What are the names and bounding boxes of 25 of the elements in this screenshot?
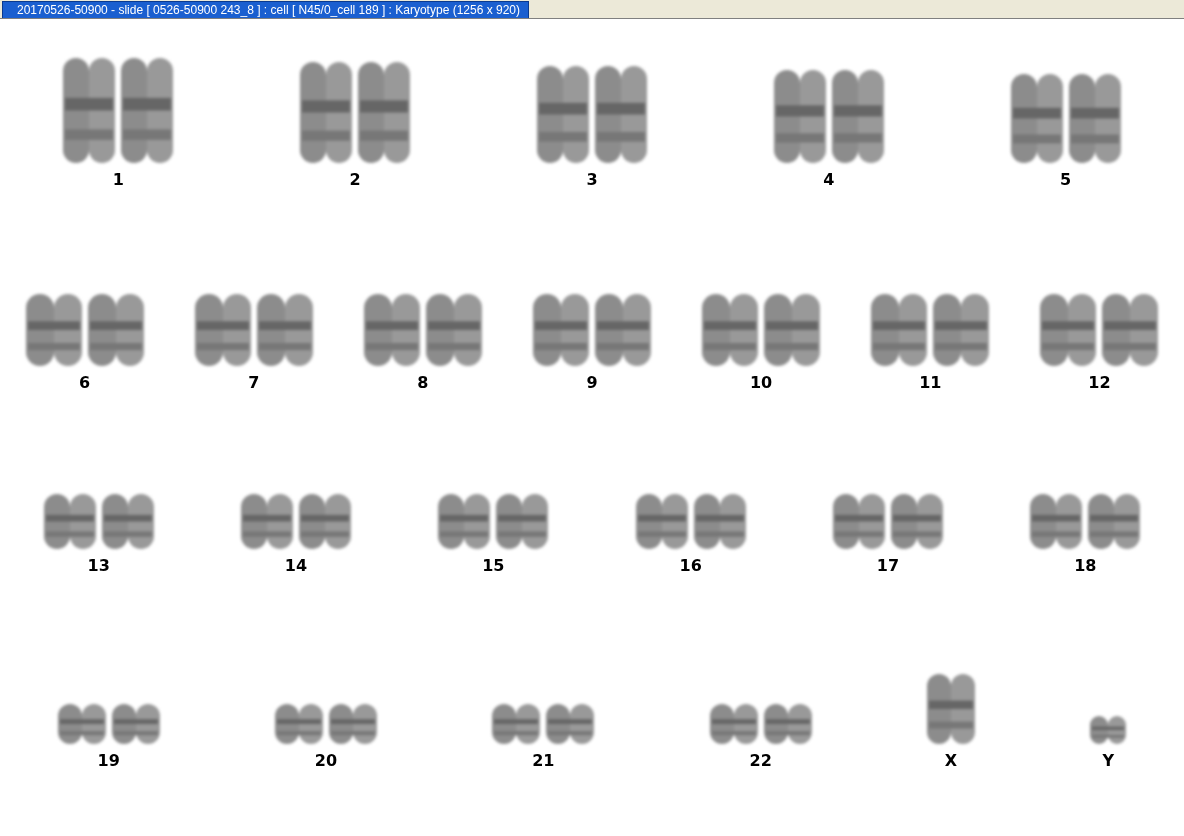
chromosome-label: 11 [919, 373, 942, 392]
chromosome-label: 17 [876, 556, 900, 575]
chromosome-label: 16 [679, 556, 702, 575]
chromosome-label: 9 [586, 373, 598, 392]
chromosome-label: 22 [749, 751, 772, 770]
chromosome-label: 18 [1074, 556, 1097, 575]
window-title-tab[interactable]: 20170526-50900 - slide [ 0526-50900 243_8 ] : cell [ N45/0_cell 189 ] : Karyotype (1256 x 920) [2, 1, 529, 18]
chromosome-label: 10 [750, 373, 773, 392]
chromosome-label: 2 [349, 170, 361, 189]
chromosome-label: 4 [823, 170, 835, 189]
chromosome-label: Y [1102, 751, 1115, 770]
chromosome-label: 8 [417, 373, 429, 392]
chromosome-label: 5 [1060, 170, 1072, 189]
chromosome-label: 13 [87, 556, 110, 575]
chromosome-label: 14 [284, 556, 308, 575]
chromosome-label: 19 [97, 751, 120, 770]
chromosome-label: 20 [314, 751, 338, 770]
chromosome-label: 1 [112, 170, 124, 189]
chromosome-label: X [944, 751, 958, 770]
chromosome-label: 21 [532, 751, 555, 770]
chromosome-label: 12 [1088, 373, 1111, 392]
chromosome-label: 6 [79, 373, 91, 392]
chromosome-label: 7 [248, 373, 260, 392]
chromosome-label: 3 [586, 170, 598, 189]
chromosome-label: 15 [482, 556, 505, 575]
